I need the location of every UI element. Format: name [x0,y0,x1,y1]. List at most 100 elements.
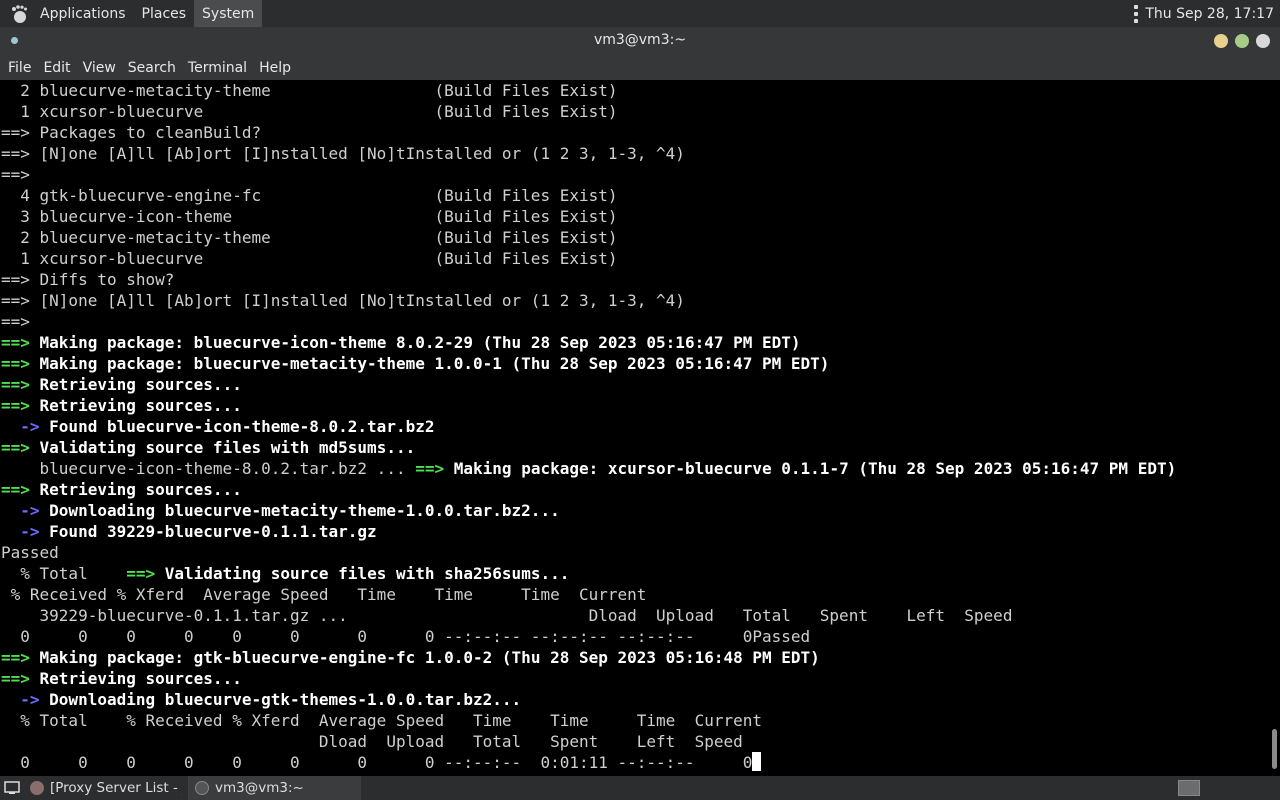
system-menu[interactable]: System [194,0,263,27]
terminal-line: ==> Retrieving sources... [1,374,242,395]
terminal-text: -> [20,522,40,541]
terminal-text: ==> [1,396,30,415]
window-controls [1214,34,1270,48]
terminal-line: 39229-bluecurve-0.1.1.tar.gz ... Dload U… [1,605,1013,626]
terminal-line: % Total ==> Validating source files with… [1,563,569,584]
terminal-text: ==> [415,459,445,478]
terminal-text: ==> [1,312,30,331]
terminal-text: Found bluecurve-icon-theme-8.0.2.tar.bz2 [39,417,435,436]
taskbar-item-label: [Proxy Server List - j... [50,780,182,796]
terminal-cursor [752,752,762,771]
terminal-line: 4 gtk-bluecurve-engine-fc (Build Files E… [1,185,618,206]
terminal-line: ==> Retrieving sources... [1,395,242,416]
terminal-text: 4 gtk-bluecurve-engine-fc (Build Files E… [1,186,618,205]
terminal-line: 1 xcursor-bluecurve (Build Files Exist) [1,248,618,269]
applications-menu[interactable]: Applications [32,0,134,27]
terminal-text: 39229-bluecurve-0.1.1.tar.gz ... Dload U… [1,606,1013,625]
terminal-line: 2 bluecurve-metacity-theme (Build Files … [1,227,617,248]
terminal-menubar: File Edit View Search Terminal Help [0,55,1280,80]
terminal-text: 0 0 0 0 0 0 0 0 --:--:-- 0:01:11 --:--:-… [1,753,753,772]
menu-file[interactable]: File [2,60,37,76]
terminal-line: 0 0 0 0 0 0 0 0 --:--:-- 0:01:11 --:--:-… [1,752,762,773]
terminal-text: 1 xcursor-bluecurve (Build Files Exist) [1,102,618,121]
places-menu[interactable]: Places [134,0,195,27]
terminal-text: ==> Packages to cleanBuild? [1,123,262,142]
terminal-line: ==> Packages to cleanBuild? [1,122,261,143]
terminal-text: ==> [N]one [A]ll [Ab]ort [I]nstalled [No… [1,291,685,310]
terminal-line: % Received % Xferd Average Speed Time Ti… [1,584,647,605]
terminal-text: ==> [126,564,156,583]
terminal-line: ==> [1,164,30,185]
terminal-icon [195,781,209,795]
terminal-text: 3 bluecurve-icon-theme (Build Files Exis… [1,207,618,226]
taskbar-item-label: vm3@vm3:~ [215,780,304,796]
terminal-text: Found 39229-bluecurve-0.1.1.tar.gz [39,522,377,541]
taskbar-item-terminal[interactable]: vm3@vm3:~ [189,776,361,800]
terminal-scrollbar[interactable] [1270,80,1280,775]
maximize-button[interactable] [1235,34,1249,48]
terminal-line: ==> Making package: bluecurve-icon-theme… [1,332,801,353]
terminal-text: Validating source files with md5sums... [29,438,416,457]
bottom-panel: [Proxy Server List - j... vm3@vm3:~ [0,776,1280,800]
terminal-line: ==> Retrieving sources... [1,668,242,689]
terminal-line: Dload Upload Total Spent Left Speed [1,731,743,752]
browser-icon [30,781,44,795]
terminal-text: ==> [1,375,30,394]
menu-search[interactable]: Search [122,60,182,76]
terminal-line: -> Downloading bluecurve-gtk-themes-1.0.… [1,689,521,710]
clock[interactable]: Thu Sep 28, 17:17 [1145,6,1280,22]
terminal-text: ==> [1,333,30,352]
kebab-menu-icon[interactable] [1133,4,1139,23]
terminal-text: Retrieving sources... [29,480,242,499]
terminal-line: 1 xcursor-bluecurve (Build Files Exist) [1,101,618,122]
top-panel: Applications Places System Thu Sep 28, 1… [0,0,1280,27]
minimize-button[interactable] [1214,34,1228,48]
terminal-line: 2 bluecurve-metacity-theme (Build Files … [1,80,618,101]
terminal-text: Making package: xcursor-bluecurve 0.1.1-… [444,459,1177,478]
terminal-text: ==> [N]one [A]ll [Ab]ort [I]nstalled [No… [1,144,685,163]
show-desktop-icon[interactable] [0,776,24,800]
terminal-line: 0 0 0 0 0 0 0 0 --:--:-- --:--:-- --:--:… [1,626,810,647]
terminal-line: ==> Validating source files with md5sums… [1,437,415,458]
terminal-text: -> [20,501,40,520]
workspace-switcher[interactable] [1178,780,1200,796]
terminal-line: bluecurve-icon-theme-8.0.2.tar.bz2 ... =… [1,458,1177,479]
terminal-line: % Total % Received % Xferd Average Speed… [1,710,762,731]
terminal-line: -> Found bluecurve-icon-theme-8.0.2.tar.… [1,416,434,437]
terminal-line: ==> Retrieving sources... [1,479,242,500]
terminal-text: bluecurve-icon-theme-8.0.2.tar.bz2 ... [1,459,416,478]
terminal-line: -> Found 39229-bluecurve-0.1.1.tar.gz [1,521,377,542]
terminal-text: Retrieving sources... [29,669,242,688]
terminal-text: ==> [1,438,30,457]
terminal-text: Making package: gtk-bluecurve-engine-fc … [29,648,820,667]
taskbar-item-browser[interactable]: [Proxy Server List - j... [24,776,189,800]
terminal-text: Validating source files with sha256sums.… [155,564,570,583]
terminal-text: ==> [1,669,30,688]
scrollbar-thumb[interactable] [1272,729,1277,769]
terminal-text: 1 xcursor-bluecurve (Build Files Exist) [1,249,618,268]
window-titlebar[interactable]: vm3@vm3:~ [0,27,1280,55]
terminal-text: Retrieving sources... [29,375,242,394]
terminal-text: Making package: bluecurve-metacity-theme… [29,354,830,373]
gnome-foot-icon[interactable] [6,0,32,27]
menu-view[interactable]: View [77,60,122,76]
terminal-line: -> Downloading bluecurve-metacity-theme-… [1,500,559,521]
terminal-text: Passed [1,543,59,562]
terminal-line: ==> Diffs to show? [1,269,174,290]
terminal-text: 0 0 0 0 0 0 0 0 --:--:-- --:--:-- --:--:… [1,627,811,646]
terminal-line: ==> [N]one [A]ll [Ab]ort [I]nstalled [No… [1,290,685,311]
terminal-text: -> [20,690,40,709]
menu-edit[interactable]: Edit [37,60,76,76]
terminal-output[interactable]: 2 bluecurve-metacity-theme (Build Files … [0,80,1270,775]
close-button[interactable] [1256,34,1270,48]
terminal-line: Passed [1,542,59,563]
terminal-line: 3 bluecurve-icon-theme (Build Files Exis… [1,206,618,227]
terminal-text: % Total [1,564,127,583]
menu-terminal[interactable]: Terminal [182,60,253,76]
terminal-text: 2 bluecurve-metacity-theme (Build Files … [1,81,618,100]
menu-help[interactable]: Help [253,60,297,76]
